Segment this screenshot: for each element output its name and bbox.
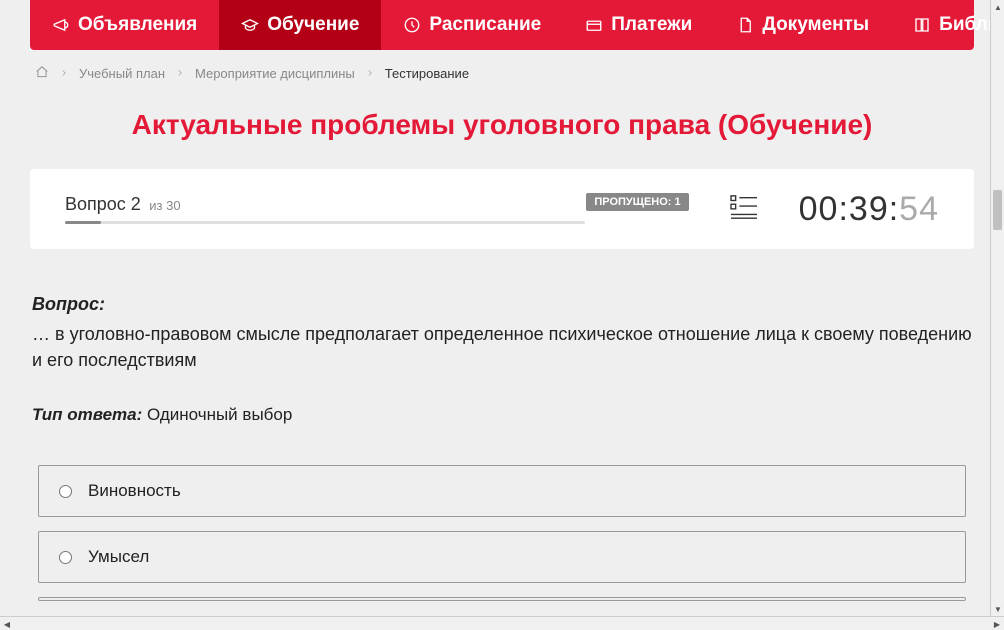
skipped-badge: ПРОПУЩЕНО: 1: [586, 193, 688, 211]
answer-option[interactable]: Умысел: [38, 531, 966, 583]
nav-learning[interactable]: Обучение: [219, 0, 381, 50]
nav-label: Документы: [762, 14, 869, 36]
breadcrumb-link-plan[interactable]: Учебный план: [79, 66, 165, 81]
timer-seconds: 54: [899, 190, 939, 228]
nav-label: Платежи: [611, 14, 692, 36]
progress-bar: [65, 221, 585, 224]
payment-icon: [585, 16, 603, 34]
question-number: Вопрос 2: [65, 194, 141, 214]
clock-icon: [403, 16, 421, 34]
scroll-track[interactable]: [991, 14, 1004, 602]
megaphone-icon: [52, 16, 70, 34]
chevron-right-icon: [365, 66, 375, 81]
nav-announcements[interactable]: Объявления: [30, 0, 219, 50]
nav-documents[interactable]: Документы: [714, 0, 891, 50]
answer-text: Умысел: [88, 547, 149, 567]
scroll-right-icon[interactable]: ▶: [990, 617, 1004, 630]
chevron-right-icon: [175, 66, 185, 81]
answers-list: Виновность Умысел: [32, 465, 972, 601]
book-icon: [913, 16, 931, 34]
scroll-left-icon[interactable]: ◀: [0, 617, 14, 630]
answer-radio[interactable]: [59, 551, 72, 564]
breadcrumb: Учебный план Мероприятие дисциплины Тест…: [30, 50, 974, 97]
question-text: … в уголовно-правовом смысле предполагае…: [32, 321, 972, 373]
main-nav: Объявления Обучение Расписание Платежи Д…: [30, 0, 974, 50]
answer-type-value: Одиночный выбор: [142, 405, 292, 424]
nav-label: Обучение: [267, 14, 359, 36]
scroll-thumb[interactable]: [993, 190, 1002, 230]
breadcrumb-current: Тестирование: [385, 66, 469, 81]
timer: 00:39:54: [799, 190, 939, 229]
answer-option-partial: [38, 597, 966, 601]
question-heading: Вопрос:: [32, 294, 972, 315]
nav-library[interactable]: Библиотека: [891, 0, 1004, 50]
document-icon: [736, 16, 754, 34]
scroll-up-icon[interactable]: ▲: [991, 0, 1004, 14]
timer-main: 00:39:: [799, 190, 900, 228]
scroll-down-icon[interactable]: ▼: [991, 602, 1004, 616]
nav-label: Объявления: [78, 14, 197, 36]
answer-option[interactable]: Виновность: [38, 465, 966, 517]
question-area: Вопрос: … в уголовно-правовом смысле пре…: [30, 294, 974, 601]
breadcrumb-link-event[interactable]: Мероприятие дисциплины: [195, 66, 355, 81]
question-total: из 30: [149, 198, 180, 213]
progress-fill: [65, 221, 101, 224]
answer-type: Тип ответа: Одиночный выбор: [32, 405, 972, 425]
status-bar: Вопрос 2 из 30 ПРОПУЩЕНО: 1 00:39:54: [30, 169, 974, 249]
chevron-right-icon: [59, 66, 69, 81]
nav-payments[interactable]: Платежи: [563, 0, 714, 50]
scroll-track[interactable]: [14, 617, 990, 630]
answer-radio[interactable]: [59, 485, 72, 498]
vertical-scrollbar[interactable]: ▲ ▼: [990, 0, 1004, 616]
answer-text: Виновность: [88, 481, 181, 501]
page-title: Актуальные проблемы уголовного права (Об…: [30, 109, 974, 141]
answer-type-label: Тип ответа:: [32, 405, 142, 424]
graduation-icon: [241, 16, 259, 34]
horizontal-scrollbar[interactable]: ◀ ▶: [0, 616, 1004, 630]
home-icon[interactable]: [35, 65, 49, 82]
nav-schedule[interactable]: Расписание: [381, 0, 563, 50]
nav-label: Расписание: [429, 14, 541, 36]
question-list-button[interactable]: [729, 194, 759, 225]
